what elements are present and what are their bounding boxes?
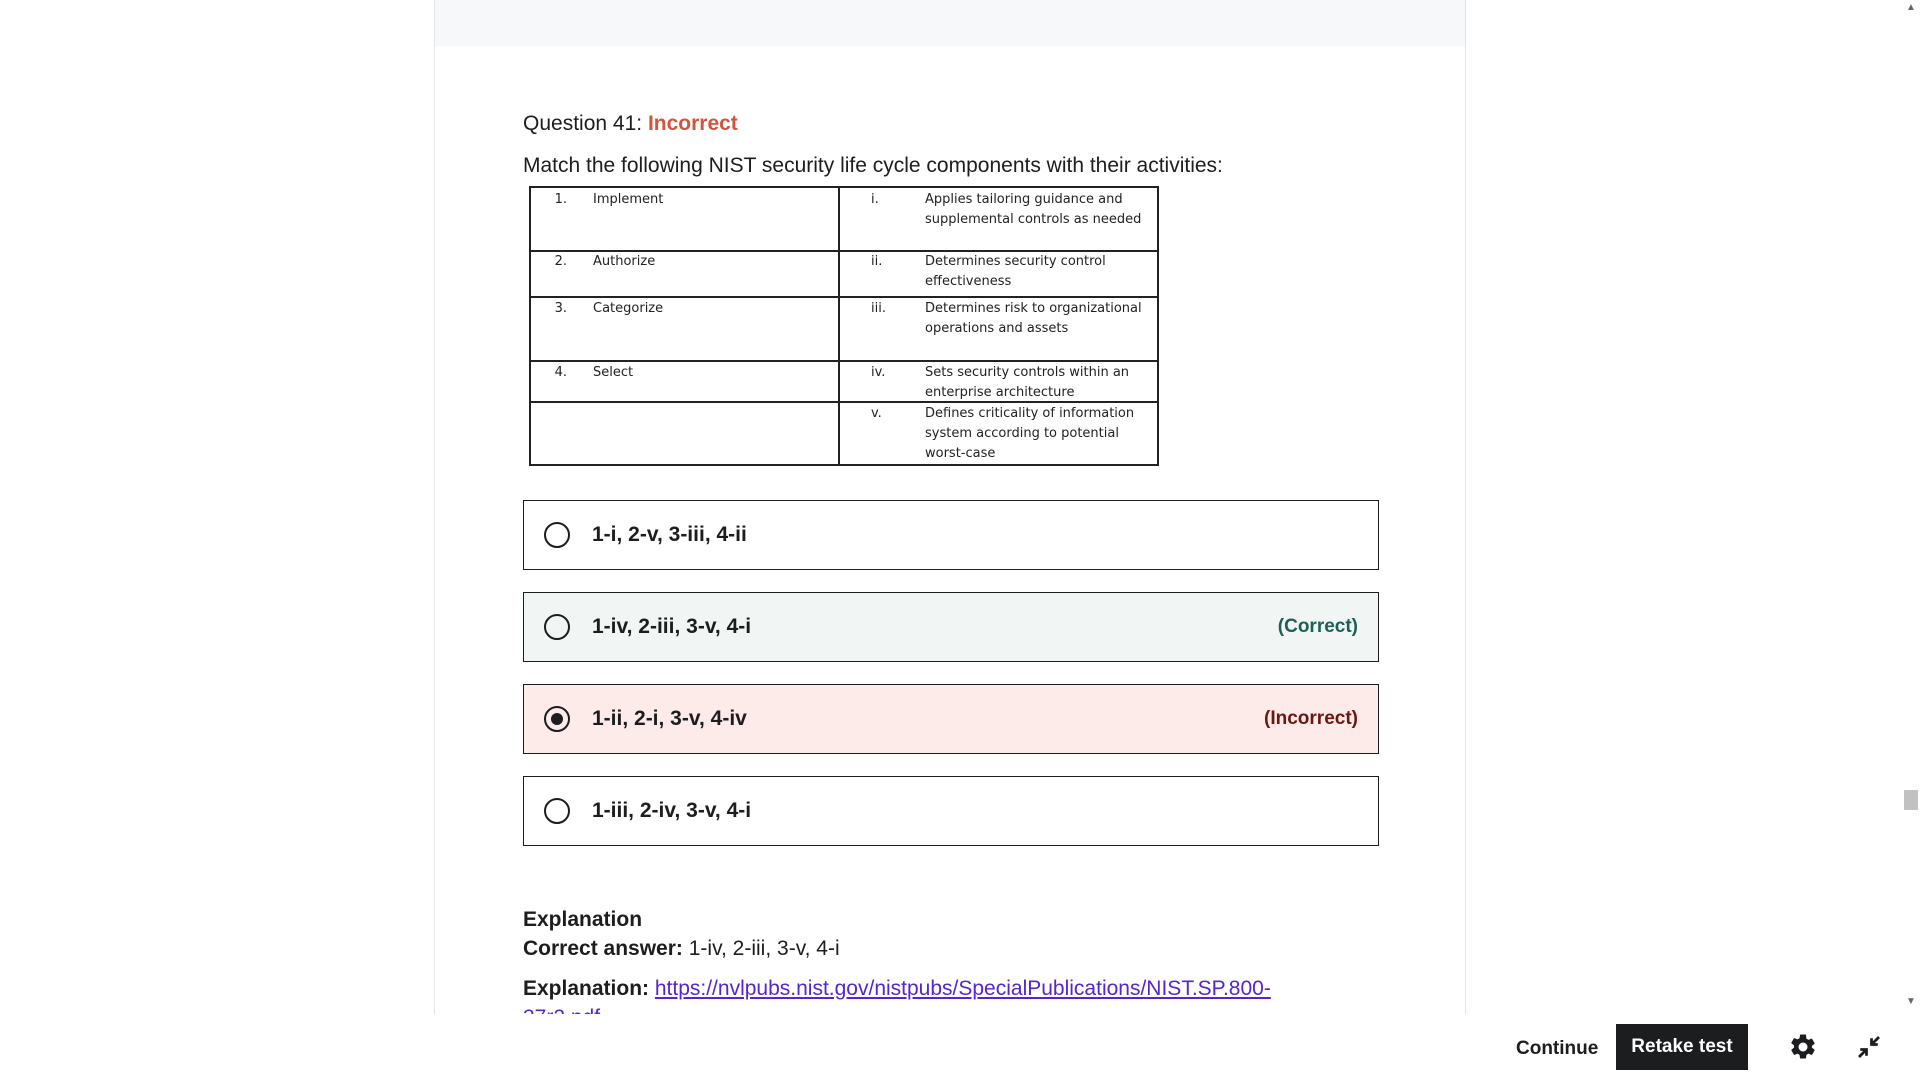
right-num-1: i. xyxy=(871,192,879,207)
right-item-1-line2: supplemental controls as needed xyxy=(925,212,1142,227)
gear-icon[interactable] xyxy=(1788,1032,1818,1062)
option-text: 1-i, 2-v, 3-iii, 4-ii xyxy=(592,523,747,546)
radio-button-selected[interactable] xyxy=(544,706,570,732)
continue-button[interactable]: Continue xyxy=(1500,1026,1614,1072)
right-item-4-line2: enterprise architecture xyxy=(925,385,1075,400)
right-item-3-line1: Determines risk to organizational xyxy=(925,301,1142,316)
explanation-line: Explanation: https://nvlpubs.nist.gov/ni… xyxy=(523,977,1271,1001)
radio-button[interactable] xyxy=(544,614,570,640)
bottom-action-bar: Continue Retake test xyxy=(0,1014,1920,1080)
explanation-link-continued[interactable]: 37r2.pdf xyxy=(523,1006,600,1014)
right-item-2-line2: effectiveness xyxy=(925,274,1012,289)
radio-button[interactable] xyxy=(544,798,570,824)
answer-option-4[interactable]: 1-iii, 2-iv, 3-v, 4-i xyxy=(523,776,1379,846)
left-num-3: 3. xyxy=(554,301,567,316)
right-item-4-line1: Sets security controls within an xyxy=(925,365,1130,380)
correct-answer-value: 1-iv, 2-iii, 3-v, 4-i xyxy=(688,937,840,960)
question-prompt: Match the following NIST security life c… xyxy=(523,154,1223,177)
left-item-4: Select xyxy=(593,365,634,380)
right-num-4: iv. xyxy=(871,365,886,380)
option-text: 1-iii, 2-iv, 3-v, 4-i xyxy=(592,799,752,822)
scroll-up-arrow-icon[interactable]: ▲ xyxy=(1902,2,1920,13)
right-item-5-line3: worst-case xyxy=(925,446,996,461)
question-status: Incorrect xyxy=(647,112,738,135)
collapse-icon[interactable] xyxy=(1854,1032,1884,1062)
right-item-1-line1: Applies tailoring guidance and xyxy=(925,192,1123,207)
answer-option-1[interactable]: 1-i, 2-v, 3-iii, 4-ii xyxy=(523,500,1379,570)
left-item-2: Authorize xyxy=(593,254,656,269)
incorrect-tag: (Incorrect) xyxy=(1264,708,1358,729)
scroll-down-arrow-icon[interactable]: ▼ xyxy=(1902,996,1920,1007)
correct-answer-label: Correct answer: xyxy=(523,937,683,960)
left-item-1: Implement xyxy=(593,192,664,207)
scroll-thumb[interactable] xyxy=(1904,790,1918,810)
explanation-label: Explanation: xyxy=(523,977,650,1000)
correct-answer-line: Correct answer: 1-iv, 2-iii, 3-v, 4-i xyxy=(523,937,840,961)
top-band xyxy=(435,0,1465,46)
matching-table: 1. Implement 2. Authorize 3. Categorize … xyxy=(529,186,1159,466)
left-num-2: 2. xyxy=(554,254,567,269)
right-num-2: ii. xyxy=(871,254,883,269)
left-num-4: 4. xyxy=(554,365,567,380)
scrollbar[interactable]: ▲ ▼ xyxy=(1902,0,1920,1014)
radio-button[interactable] xyxy=(544,522,570,548)
correct-tag: (Correct) xyxy=(1277,616,1358,637)
option-text: 1-iv, 2-iii, 3-v, 4-i xyxy=(592,615,752,638)
answer-option-2[interactable]: 1-iv, 2-iii, 3-v, 4-i (Correct) xyxy=(523,592,1379,662)
retake-test-button[interactable]: Retake test xyxy=(1616,1024,1748,1070)
left-item-3: Categorize xyxy=(593,301,664,316)
right-item-2-line1: Determines security control xyxy=(925,254,1106,269)
explanation-link[interactable]: https://nvlpubs.nist.gov/nistpubs/Specia… xyxy=(655,977,1271,1000)
right-item-5-line1: Defines criticality of information xyxy=(925,406,1135,421)
answer-option-3[interactable]: 1-ii, 2-i, 3-v, 4-iv (Incorrect) xyxy=(523,684,1379,754)
question-label: Question 41: xyxy=(523,112,643,135)
quiz-content: Question 41: Incorrect Match the followi… xyxy=(434,0,1466,1014)
right-item-5-line2: system according to potential xyxy=(925,426,1119,441)
right-num-3: iii. xyxy=(871,301,886,316)
explanation-heading: Explanation xyxy=(523,908,643,931)
option-text: 1-ii, 2-i, 3-v, 4-iv xyxy=(592,707,747,730)
right-num-5: v. xyxy=(871,406,882,421)
right-item-3-line2: operations and assets xyxy=(925,321,1069,336)
left-num-1: 1. xyxy=(554,192,567,207)
question-header: Question 41: Incorrect xyxy=(523,112,738,136)
